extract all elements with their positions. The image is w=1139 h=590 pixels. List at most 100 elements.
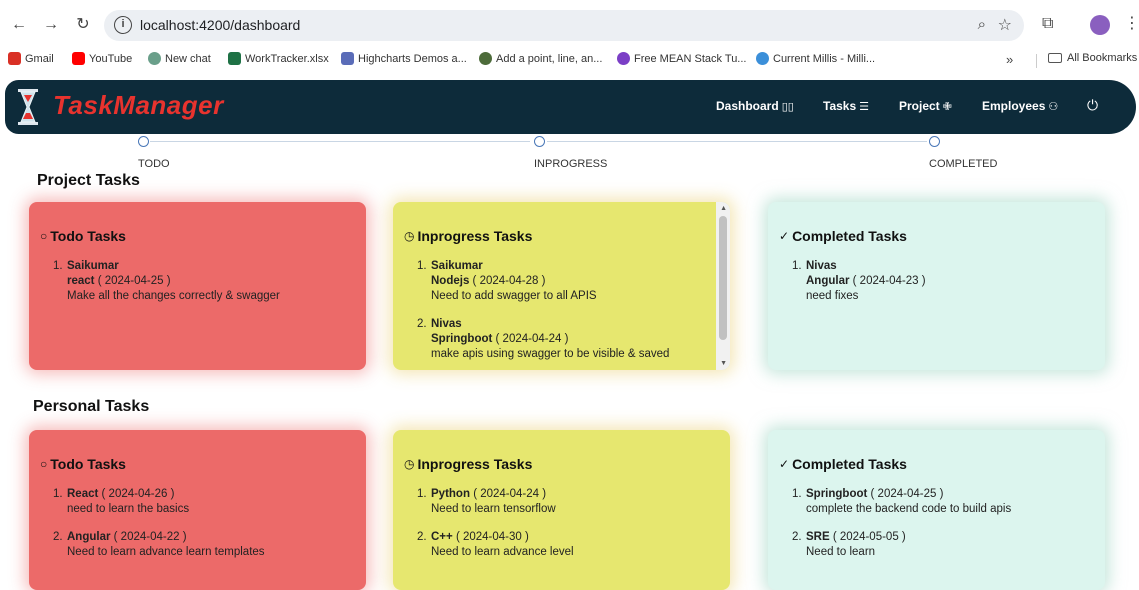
scroll-thumb[interactable] xyxy=(719,216,727,340)
globe-icon xyxy=(479,52,492,65)
nav-employees[interactable]: Employees ⚇ xyxy=(982,99,1058,113)
bookmark-mean-stack[interactable]: Free MEAN Stack Tu... xyxy=(617,52,746,65)
card-title-text: Inprogress Tasks xyxy=(417,456,533,472)
step-completed-label: COMPLETED xyxy=(929,158,998,170)
back-arrow-icon[interactable]: ← xyxy=(8,14,30,36)
task-date: ( 2024-05-05 ) xyxy=(832,531,906,543)
task-description: Need to learn advance level xyxy=(431,546,574,558)
nav-project-label: Project xyxy=(899,99,940,113)
task-description: need to learn the basics xyxy=(67,503,190,515)
nav-tasks[interactable]: Tasks ☰ xyxy=(823,99,869,113)
scroll-up-icon[interactable]: ▲ xyxy=(720,205,727,212)
personal-todo-list: 1. React ( 2024-04-26 ) need to learn th… xyxy=(53,487,343,573)
personal-completed-list: 1. Springboot ( 2024-04-25 ) complete th… xyxy=(792,487,1082,573)
nav-project[interactable]: Project ✙ xyxy=(899,99,952,113)
list-item[interactable]: 1. Python ( 2024-04-24 ) Need to learn t… xyxy=(417,487,707,517)
forward-arrow-icon[interactable]: → xyxy=(40,14,62,36)
project-inprogress-list: 1. Saikumar Nodejs ( 2024-04-28 ) Need t… xyxy=(417,259,707,370)
list-item[interactable]: 1. Springboot ( 2024-04-25 ) complete th… xyxy=(792,487,1082,517)
clock-icon xyxy=(756,52,769,65)
project-completed-card: ✓ Completed Tasks 1. Nivas Angular ( 2024… xyxy=(768,202,1105,370)
bookmark-add-point[interactable]: Add a point, line, an... xyxy=(479,52,602,65)
project-tasks-title: Project Tasks xyxy=(37,172,140,189)
bookmarks-divider xyxy=(1036,54,1037,68)
chat-icon xyxy=(148,52,161,65)
task-assignee: Nivas xyxy=(806,260,837,272)
nav-dashboard-label: Dashboard xyxy=(716,99,779,113)
list-item[interactable]: 2. C++ ( 2024-04-30 ) Need to learn adva… xyxy=(417,530,707,560)
bookmark-star-icon[interactable]: ☆ xyxy=(998,15,1012,35)
list-item[interactable]: 2. Angular ( 2024-04-22 ) Need to learn … xyxy=(53,530,343,560)
list-item[interactable]: 1. Saikumar Nodejs ( 2024-04-28 ) Need t… xyxy=(417,259,707,304)
nav-dashboard[interactable]: Dashboard ▯▯ xyxy=(716,99,794,113)
brand-title[interactable]: TaskManager xyxy=(53,90,224,121)
profile-avatar[interactable] xyxy=(1090,15,1110,35)
list-item[interactable]: 1. React ( 2024-04-26 ) need to learn th… xyxy=(53,487,343,517)
task-assignee: Nivas xyxy=(431,318,462,330)
zoom-icon[interactable]: ⌕ xyxy=(978,16,986,33)
udemy-icon xyxy=(617,52,630,65)
youtube-icon xyxy=(72,52,85,65)
task-assignee: Saikumar xyxy=(67,260,119,272)
list-item[interactable]: 1. Saikumar react ( 2024-04-25 ) Make al… xyxy=(53,259,343,304)
bookmark-gmail[interactable]: Gmail xyxy=(8,52,54,65)
personal-completed-card: ✓ Completed Tasks 1. Springboot ( 2024-04… xyxy=(768,430,1105,590)
list-item[interactable]: 2. SRE ( 2024-05-05 ) Need to learn xyxy=(792,530,1082,560)
task-number: 1. xyxy=(53,488,63,500)
site-info-icon[interactable]: i xyxy=(114,16,132,34)
circle-icon: ○ xyxy=(40,229,48,243)
task-date: ( 2024-04-24 ) xyxy=(495,333,569,345)
list-icon: ☰ xyxy=(859,101,870,113)
bookmark-label: Add a point, line, an... xyxy=(496,52,603,65)
bookmark-current-millis[interactable]: Current Millis - Milli... xyxy=(756,52,875,65)
task-description: complete the backend code to build apis xyxy=(806,503,1012,515)
app-header: TaskManager Dashboard ▯▯ Tasks ☰ Project ✙ … xyxy=(5,80,1136,134)
card-title-text: Todo Tasks xyxy=(50,228,126,244)
menu-kebab-icon[interactable]: ⋮ xyxy=(1124,13,1139,33)
bookmark-label: Highcharts Demos a... xyxy=(358,52,467,65)
project-inprogress-card: ◷ Inprogress Tasks 1. Saikumar Nodejs ( 2… xyxy=(393,202,730,370)
browser-toolbar: ← → ↻ i localhost:4200/dashboard ⌕ ☆ ⧉ ⋮ xyxy=(0,0,1139,50)
step-inprogress-dot xyxy=(534,136,545,147)
highcharts-icon xyxy=(341,52,354,65)
card-title-text: Completed Tasks xyxy=(792,228,907,244)
clock-icon: ◷ xyxy=(404,457,415,471)
step-todo-label: TODO xyxy=(138,158,170,170)
bookmark-new-chat[interactable]: New chat xyxy=(148,52,211,65)
task-name: Angular xyxy=(67,531,111,543)
bookmark-highcharts[interactable]: Highcharts Demos a... xyxy=(341,52,467,65)
address-bar[interactable]: i localhost:4200/dashboard ⌕ ☆ xyxy=(104,10,1024,41)
task-name: Python xyxy=(431,488,470,500)
card-scrollbar[interactable]: ▲ ▼ xyxy=(716,202,730,370)
all-bookmarks-button[interactable]: All Bookmarks xyxy=(1048,52,1137,64)
task-name: Springboot xyxy=(806,488,868,500)
task-date: ( 2024-04-30 ) xyxy=(455,531,529,543)
project-todo-title: ○ Todo Tasks xyxy=(40,228,126,244)
task-name: C++ xyxy=(431,531,453,543)
nav-tasks-label: Tasks xyxy=(823,99,857,113)
step-completed-dot xyxy=(929,136,940,147)
list-item[interactable]: 2. Nivas Springboot ( 2024-04-24 ) make … xyxy=(417,317,707,362)
bookmark-label: WorkTracker.xlsx xyxy=(245,52,329,65)
task-number: 2. xyxy=(417,318,427,330)
task-date: ( 2024-04-22 ) xyxy=(113,531,187,543)
bookmark-youtube[interactable]: YouTube xyxy=(72,52,132,65)
power-logout-icon[interactable]: ⏻ xyxy=(1087,97,1098,114)
card-title-text: Todo Tasks xyxy=(50,456,126,472)
task-number: 2. xyxy=(792,531,802,543)
task-tech: react xyxy=(67,275,95,287)
reload-icon[interactable]: ↻ xyxy=(72,14,94,36)
url-text[interactable]: localhost:4200/dashboard xyxy=(140,17,300,33)
extensions-icon[interactable]: ⧉ xyxy=(1042,15,1053,33)
list-item[interactable]: 1. Nivas Angular ( 2024-04-23 ) need fix… xyxy=(792,259,1082,304)
excel-icon xyxy=(228,52,241,65)
bookmark-worktracker[interactable]: WorkTracker.xlsx xyxy=(228,52,329,65)
scroll-down-icon[interactable]: ▼ xyxy=(720,360,727,367)
task-date: ( 2024-04-25 ) xyxy=(870,488,944,500)
task-tech: Nodejs xyxy=(431,275,470,287)
more-bookmarks-icon[interactable]: » xyxy=(1006,52,1013,67)
bookmark-label: New chat xyxy=(165,52,211,65)
personal-inprogress-list: 1. Python ( 2024-04-24 ) Need to learn t… xyxy=(417,487,707,573)
task-number: 2. xyxy=(53,531,63,543)
card-title-text: Inprogress Tasks xyxy=(417,228,533,244)
